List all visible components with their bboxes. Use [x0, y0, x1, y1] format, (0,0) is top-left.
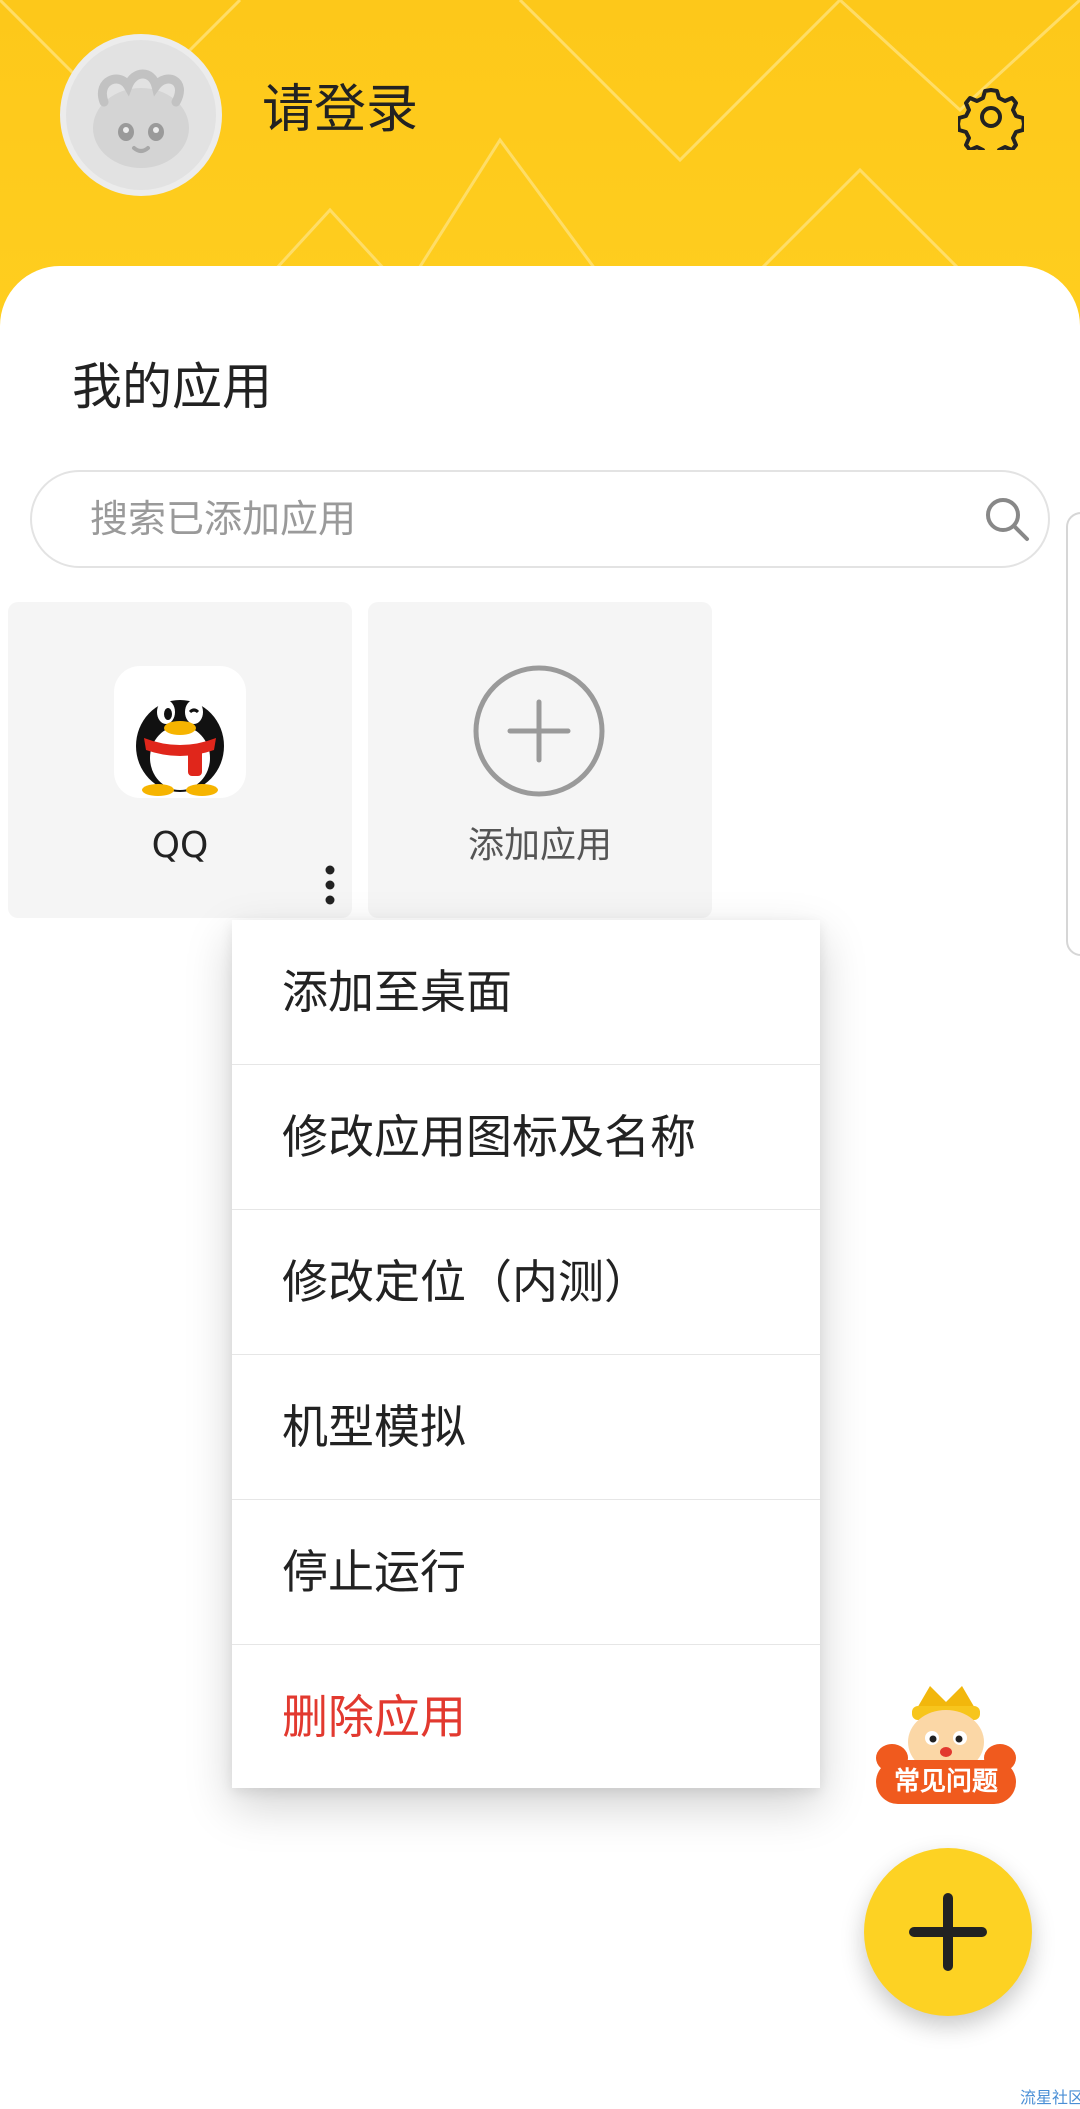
settings-gear-icon[interactable] — [958, 84, 1024, 150]
faq-label: 常见问题 — [876, 1760, 1016, 1804]
menu-item-label: 修改定位（内测） — [282, 1255, 650, 1309]
add-app-tile[interactable]: 添加应用 — [368, 602, 712, 918]
watermark: 流星社区 — [1020, 2088, 1080, 2107]
menu-item-stop-running[interactable]: 停止运行 — [232, 1500, 820, 1645]
add-app-label: 添加应用 — [467, 825, 612, 866]
app-tile-qq[interactable]: QQ — [8, 602, 352, 918]
menu-item-label: 机型模拟 — [282, 1400, 466, 1454]
add-circle-icon — [473, 665, 605, 797]
menu-item-edit-location[interactable]: 修改定位（内测） — [232, 1210, 820, 1355]
search-icon[interactable] — [982, 494, 1032, 544]
add-fab-button[interactable] — [864, 1848, 1032, 2016]
faq-button[interactable]: 常见问题 — [872, 1680, 1020, 1812]
menu-item-delete-app[interactable]: 删除应用 — [232, 1645, 820, 1788]
login-text[interactable]: 请登录 — [262, 84, 418, 136]
menu-item-add-to-desktop[interactable]: 添加至桌面 — [232, 920, 820, 1065]
more-vert-icon[interactable] — [318, 864, 342, 906]
avatar[interactable] — [60, 34, 222, 196]
menu-item-label: 删除应用 — [282, 1689, 466, 1744]
search-placeholder: 搜索已添加应用 — [90, 497, 357, 541]
avatar-mascot-icon — [93, 69, 189, 168]
menu-item-edit-icon-name[interactable]: 修改应用图标及名称 — [232, 1065, 820, 1210]
my-apps-title: 我的应用 — [72, 358, 272, 416]
menu-item-label: 添加至桌面 — [282, 965, 512, 1019]
menu-item-label: 修改应用图标及名称 — [282, 1110, 696, 1164]
menu-item-device-emulation[interactable]: 机型模拟 — [232, 1355, 820, 1500]
plus-icon — [909, 1893, 987, 1971]
menu-item-label: 停止运行 — [282, 1545, 466, 1599]
qq-penguin-icon — [114, 666, 246, 798]
app-context-menu: 添加至桌面 修改应用图标及名称 修改定位（内测） 机型模拟 停止运行 删除应用 — [232, 920, 820, 1788]
side-drawer-handle[interactable] — [1066, 512, 1080, 956]
search-input[interactable]: 搜索已添加应用 — [30, 470, 1050, 568]
app-label-qq: QQ — [151, 825, 209, 866]
